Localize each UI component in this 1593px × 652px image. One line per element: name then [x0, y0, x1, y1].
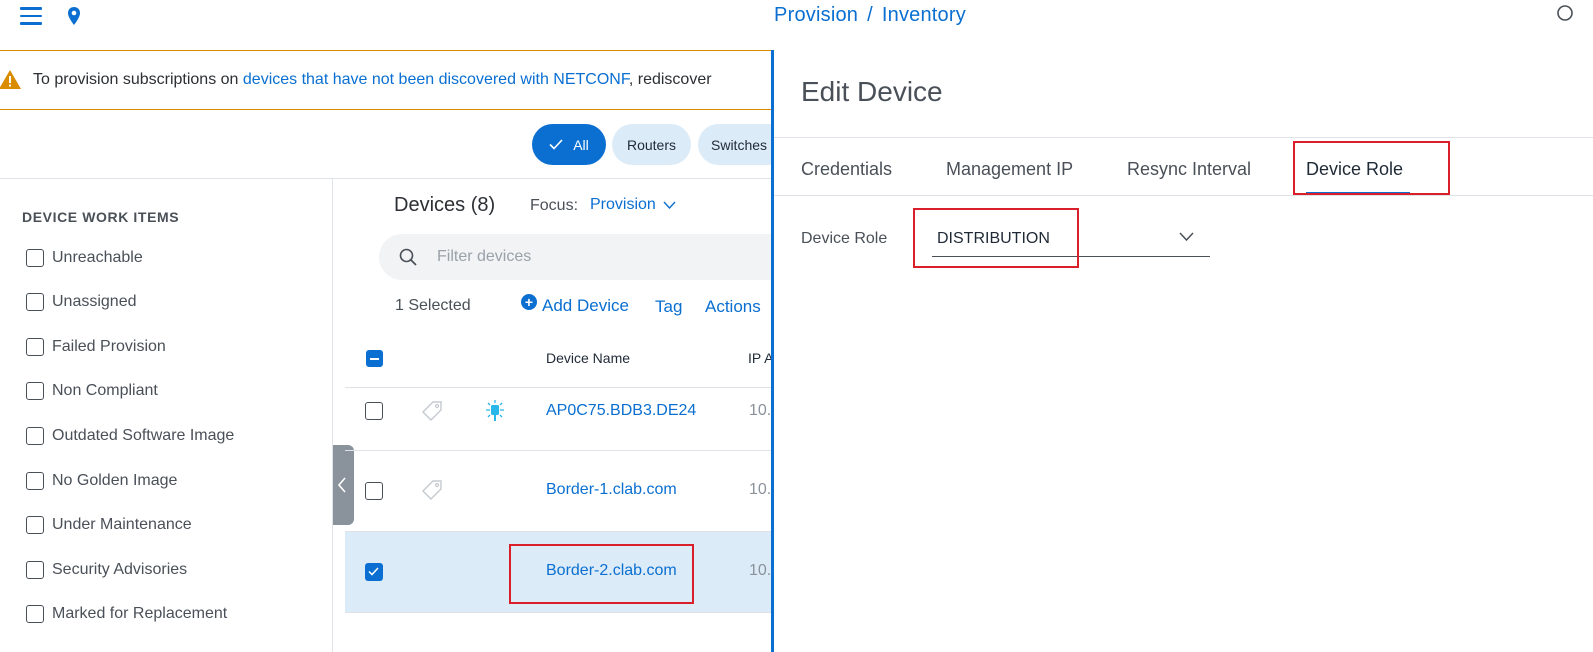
selected-count: 1 Selected — [395, 297, 471, 314]
column-ip-address[interactable]: IP A — [748, 350, 772, 366]
checkbox[interactable] — [26, 561, 44, 579]
breadcrumb-provision[interactable]: Provision — [774, 4, 858, 26]
access-point-icon — [486, 400, 504, 421]
select-all-checkbox[interactable] — [366, 350, 383, 367]
checkbox[interactable] — [26, 427, 44, 445]
divider — [774, 137, 1593, 138]
edit-device-drawer: Edit Device Credentials Management IP Re… — [771, 50, 1593, 652]
banner-suffix: , rediscover — [628, 71, 712, 88]
work-item-no-golden-image[interactable]: No Golden Image — [26, 469, 177, 493]
warning-banner: To provision subscriptions on devices th… — [0, 50, 772, 110]
active-tab-indicator — [1306, 192, 1410, 195]
table-row[interactable]: AP0C75.BDB3.DE24 10. — [345, 389, 772, 451]
tag-icon[interactable] — [421, 400, 443, 422]
device-ip: 10. — [749, 562, 772, 579]
table-header: Device Name IP A — [345, 340, 772, 388]
checkbox[interactable] — [26, 249, 44, 267]
inventory-main: To provision subscriptions on devices th… — [0, 50, 772, 652]
plus-circle-icon: + — [521, 294, 537, 310]
work-item-unassigned[interactable]: Unassigned — [26, 290, 137, 314]
row-checkbox[interactable] — [365, 402, 383, 420]
actions-button[interactable]: Actions — [705, 297, 761, 317]
work-item-marked-for-replacement[interactable]: Marked for Replacement — [26, 602, 227, 626]
work-item-failed-provision[interactable]: Failed Provision — [26, 335, 166, 359]
work-item-label: Under Maintenance — [52, 516, 192, 533]
breadcrumb-separator: / — [867, 4, 873, 26]
chevron-down-icon — [663, 201, 676, 209]
work-item-label: Non Compliant — [52, 382, 158, 399]
device-role-value: DISTRIBUTION — [937, 230, 1050, 247]
tab-management-ip[interactable]: Management IP — [946, 159, 1073, 180]
banner-prefix: To provision subscriptions on — [33, 71, 243, 88]
check-icon — [549, 139, 563, 150]
work-item-non-compliant[interactable]: Non Compliant — [26, 379, 158, 403]
search-icon[interactable] — [1553, 3, 1593, 27]
filter-devices-box — [379, 234, 772, 280]
work-item-label: Marked for Replacement — [52, 605, 228, 622]
add-device-button[interactable]: + Add Device — [521, 294, 629, 316]
filter-chip-all[interactable]: All — [532, 124, 606, 165]
chip-label: All — [573, 136, 589, 153]
chip-label: Switches — [711, 136, 768, 153]
banner-text: To provision subscriptions on devices th… — [33, 71, 712, 89]
breadcrumb: Provision / Inventory — [0, 4, 1593, 27]
checkbox[interactable] — [26, 338, 44, 356]
tag-button[interactable]: Tag — [655, 297, 682, 317]
work-item-unreachable[interactable]: Unreachable — [26, 246, 143, 270]
device-ip: 10. — [749, 481, 772, 498]
focus-label: Focus: — [530, 197, 579, 214]
work-item-label: Unassigned — [52, 293, 137, 310]
work-item-under-maintenance[interactable]: Under Maintenance — [26, 513, 192, 537]
device-type-filters: All Routers Switches — [0, 111, 772, 179]
work-item-label: Security Advisories — [52, 561, 188, 578]
tab-credentials[interactable]: Credentials — [801, 159, 892, 180]
checkbox[interactable] — [26, 293, 44, 311]
work-items-sidebar: DEVICE WORK ITEMS Unreachable Unassigned… — [0, 179, 333, 652]
device-name-link[interactable]: AP0C75.BDB3.DE24 — [546, 402, 696, 420]
row-checkbox-checked[interactable] — [365, 563, 383, 581]
tab-device-role[interactable]: Device Role — [1306, 159, 1403, 180]
drawer-title: Edit Device — [801, 76, 943, 107]
focus-dropdown[interactable]: Provision — [590, 196, 676, 214]
device-ip: 10. — [749, 402, 772, 419]
work-item-security-advisories[interactable]: Security Advisories — [26, 558, 187, 582]
checkbox[interactable] — [26, 516, 44, 534]
column-device-name[interactable]: Device Name — [546, 350, 630, 366]
devices-title: Devices (8) — [394, 194, 496, 216]
tag-icon[interactable] — [421, 479, 443, 501]
netconf-devices-link[interactable]: devices that have not been discovered wi… — [243, 71, 629, 88]
tab-resync-interval[interactable]: Resync Interval — [1127, 159, 1251, 180]
add-device-label: Add Device — [542, 296, 629, 315]
chip-label: Routers — [626, 136, 677, 153]
device-name-link[interactable]: Border-2.clab.com — [546, 562, 677, 580]
device-role-label: Device Role — [801, 230, 888, 247]
sidebar-title: DEVICE WORK ITEMS — [22, 209, 180, 225]
work-item-label: Unreachable — [52, 249, 143, 266]
filter-chip-routers[interactable]: Routers — [612, 124, 691, 165]
search-icon — [399, 248, 417, 266]
device-role-select[interactable]: DISTRIBUTION — [932, 220, 1210, 257]
work-item-label: No Golden Image — [52, 472, 178, 489]
breadcrumb-inventory[interactable]: Inventory — [882, 4, 966, 26]
device-name-link[interactable]: Border-1.clab.com — [546, 481, 677, 499]
warning-icon — [0, 70, 21, 89]
work-item-label: Outdated Software Image — [52, 427, 235, 444]
checkbox[interactable] — [26, 472, 44, 490]
filter-devices-input[interactable] — [437, 244, 767, 270]
focus-value: Provision — [590, 196, 656, 213]
check-icon — [368, 567, 379, 576]
checkbox[interactable] — [26, 605, 44, 623]
row-checkbox[interactable] — [365, 482, 383, 500]
checkbox[interactable] — [26, 382, 44, 400]
top-bar: Provision / Inventory — [0, 0, 1593, 50]
table-row[interactable]: Border-1.clab.com 10. — [345, 451, 772, 532]
work-item-label: Failed Provision — [52, 338, 166, 355]
tabs-divider — [774, 195, 1593, 196]
table-row[interactable]: Border-2.clab.com 10. — [345, 532, 772, 613]
chevron-down-icon — [1179, 232, 1194, 241]
work-item-outdated-software[interactable]: Outdated Software Image — [26, 424, 234, 448]
filter-chip-switches[interactable]: Switches — [698, 124, 772, 165]
